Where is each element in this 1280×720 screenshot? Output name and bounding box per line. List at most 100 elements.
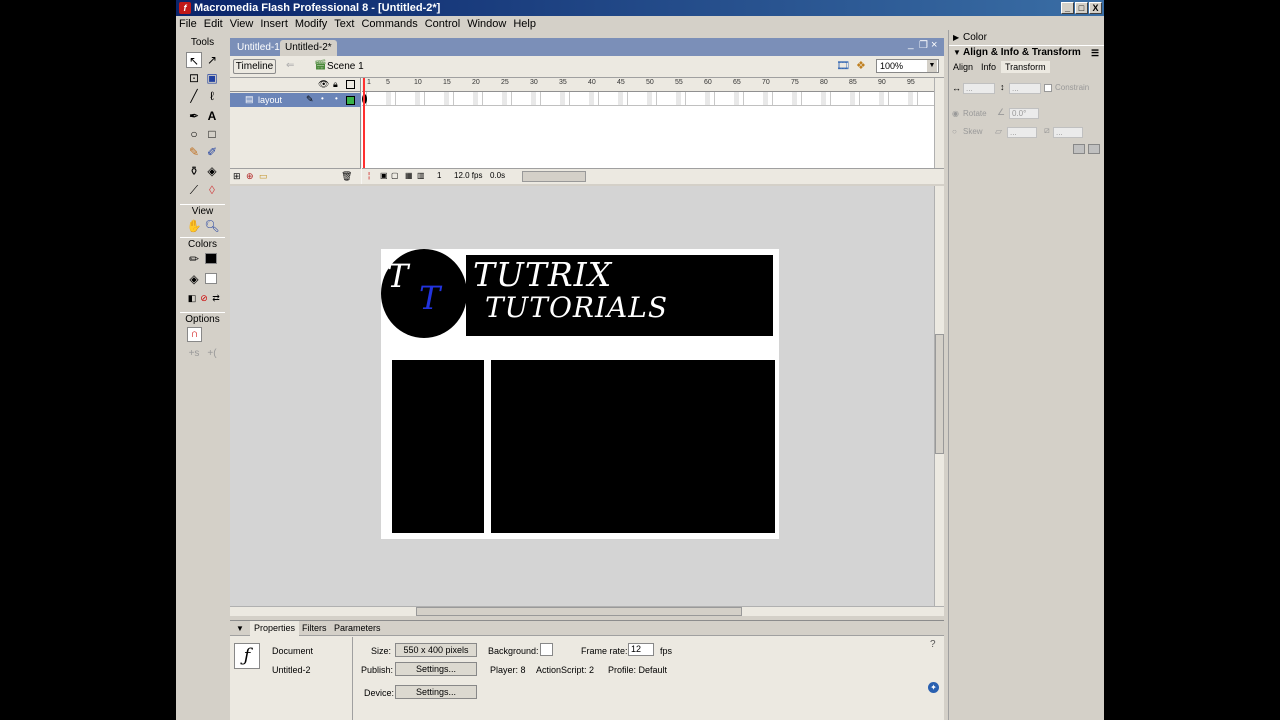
lock-icon[interactable]: 🔒︎	[333, 79, 338, 90]
layer-outline-swatch[interactable]	[346, 96, 355, 105]
size-button[interactable]: 550 x 400 pixels	[395, 643, 477, 657]
zoom-select[interactable]: 100% ▼	[876, 59, 939, 73]
device-settings-button[interactable]: Settings...	[395, 685, 477, 699]
subselection-tool-icon[interactable]: ↗	[204, 52, 220, 68]
eyedropper-tool-icon[interactable]: ⟋	[186, 182, 202, 198]
doc-close-button[interactable]: ×	[931, 39, 937, 51]
stroke-color-icon[interactable]: ✏	[186, 251, 202, 267]
snap-magnet-icon[interactable]: ∩	[187, 327, 202, 342]
maximize-button[interactable]: □	[1075, 2, 1088, 14]
modify-markers-icon[interactable]: ▥	[417, 171, 425, 180]
onion-outline-icon[interactable]: ▢	[391, 171, 399, 180]
background-color-swatch[interactable]	[540, 643, 553, 656]
menu-edit[interactable]: Edit	[201, 16, 227, 32]
width-field[interactable]: ...	[963, 83, 995, 94]
color-panel-header[interactable]: ▶ Color	[949, 31, 1104, 45]
edit-multiple-icon[interactable]: ▦	[405, 171, 413, 180]
menu-view[interactable]: View	[227, 16, 258, 32]
sidebar-rect[interactable]	[392, 360, 484, 533]
help-icon[interactable]: ?	[930, 639, 936, 650]
reset-transform-icon[interactable]	[1088, 144, 1100, 154]
tab-parameters[interactable]: Parameters	[330, 621, 385, 636]
tab-untitled-2[interactable]: Untitled-2*	[280, 40, 337, 56]
selection-tool-icon[interactable]: ↖	[186, 52, 202, 68]
doc-restore-button[interactable]: ❐	[919, 40, 928, 51]
frame-row[interactable]	[362, 92, 934, 106]
text-tool-icon[interactable]: A	[204, 108, 220, 124]
chevron-down-icon[interactable]: ▼	[927, 60, 937, 72]
menu-window[interactable]: Window	[464, 16, 510, 32]
fill-color-icon[interactable]: ◈	[186, 271, 202, 287]
insert-layer-icon[interactable]: ⊞	[233, 171, 241, 182]
swap-colors-icon[interactable]: ⇄	[208, 290, 224, 306]
expand-triangle-icon[interactable]: ▶	[953, 31, 959, 45]
onion-skin-icon[interactable]: ▣	[380, 171, 388, 180]
free-transform-tool-icon[interactable]: ⊡	[186, 70, 202, 86]
eye-icon[interactable]: 👁︎	[318, 79, 329, 90]
timeline-vscroll[interactable]	[934, 78, 944, 168]
stage-hscroll[interactable]	[230, 606, 944, 616]
menu-file[interactable]: File	[176, 16, 201, 32]
layer-visible-dot[interactable]: •	[321, 94, 324, 103]
collapse-triangle-icon[interactable]: ▼	[953, 46, 961, 60]
rotate-field[interactable]: 0.0°	[1009, 108, 1039, 119]
menu-commands[interactable]: Commands	[358, 16, 421, 32]
stage-vscroll[interactable]	[934, 186, 944, 606]
publish-settings-button[interactable]: Settings...	[395, 662, 477, 676]
hand-tool-icon[interactable]: ✋	[186, 218, 202, 234]
copy-transform-icon[interactable]	[1073, 144, 1085, 154]
layer-row[interactable]: ▤ layout ✎ • •	[230, 93, 361, 107]
tab-transform[interactable]: Transform	[1001, 61, 1050, 73]
content-rect[interactable]	[491, 360, 775, 533]
accessibility-icon[interactable]: ✦	[928, 682, 939, 693]
framerate-input[interactable]: 12	[628, 643, 654, 656]
eraser-tool-icon[interactable]: ◊	[204, 182, 220, 198]
add-motion-guide-icon[interactable]: ⊕	[246, 171, 254, 182]
ink-bottle-tool-icon[interactable]: ⚱	[186, 163, 202, 179]
trash-icon[interactable]: 🗑︎	[341, 171, 352, 182]
menu-text[interactable]: Text	[331, 16, 358, 32]
edit-symbols-icon[interactable]: ❖	[856, 59, 866, 72]
pen-tool-icon[interactable]: ✒	[186, 108, 202, 124]
fill-color-swatch[interactable]	[205, 273, 217, 284]
line-tool-icon[interactable]: ╱	[186, 88, 202, 104]
tab-properties[interactable]: Properties	[250, 621, 300, 636]
skew-v-field[interactable]: ...	[1053, 127, 1083, 138]
skew-h-field[interactable]: ...	[1007, 127, 1037, 138]
lasso-tool-icon[interactable]: ℓ	[204, 88, 220, 104]
rectangle-tool-icon[interactable]: □	[204, 126, 220, 142]
layer-lock-dot[interactable]: •	[335, 94, 338, 103]
oval-tool-icon[interactable]: ○	[186, 126, 202, 142]
timeline-button[interactable]: Timeline	[233, 59, 276, 74]
tab-info[interactable]: Info	[981, 61, 996, 73]
skew-radio[interactable]: ○	[952, 127, 957, 136]
vscroll-thumb[interactable]	[935, 334, 944, 454]
doc-minimize-button[interactable]: _	[908, 39, 914, 50]
menu-modify[interactable]: Modify	[292, 16, 331, 32]
height-field[interactable]: ...	[1009, 83, 1041, 94]
align-panel-header[interactable]: ▼ Align & Info & Transform ☰	[949, 45, 1104, 59]
outline-icon[interactable]	[346, 80, 355, 89]
brush-tool-icon[interactable]: ✐	[204, 144, 220, 160]
minimize-button[interactable]: _	[1061, 2, 1074, 14]
menu-control[interactable]: Control	[422, 16, 464, 32]
back-arrow-icon[interactable]: ⇐	[286, 60, 294, 71]
tab-filters[interactable]: Filters	[298, 621, 331, 636]
fill-transform-tool-icon[interactable]: ▣	[204, 70, 220, 86]
insert-folder-icon[interactable]: ▭	[259, 171, 268, 182]
panel-menu-icon[interactable]: ☰	[1091, 46, 1099, 60]
menu-help[interactable]: Help	[510, 16, 540, 32]
stroke-color-swatch[interactable]	[205, 253, 217, 264]
close-button[interactable]: X	[1089, 2, 1102, 14]
edit-scene-icon[interactable]: 🎞︎	[836, 59, 850, 72]
pencil-tool-icon[interactable]: ✎	[186, 144, 202, 160]
constrain-checkbox[interactable]	[1044, 84, 1052, 92]
rotate-radio[interactable]: ◉	[952, 109, 959, 118]
menu-insert[interactable]: Insert	[257, 16, 292, 32]
timeline-hscroll-thumb[interactable]	[522, 171, 586, 182]
paint-bucket-tool-icon[interactable]: ◈	[204, 163, 220, 179]
center-frame-icon[interactable]: ¦	[368, 171, 370, 180]
hscroll-thumb[interactable]	[416, 607, 742, 616]
layer-name[interactable]: layout	[258, 95, 282, 105]
zoom-tool-icon[interactable]: 🔍︎	[204, 218, 220, 234]
